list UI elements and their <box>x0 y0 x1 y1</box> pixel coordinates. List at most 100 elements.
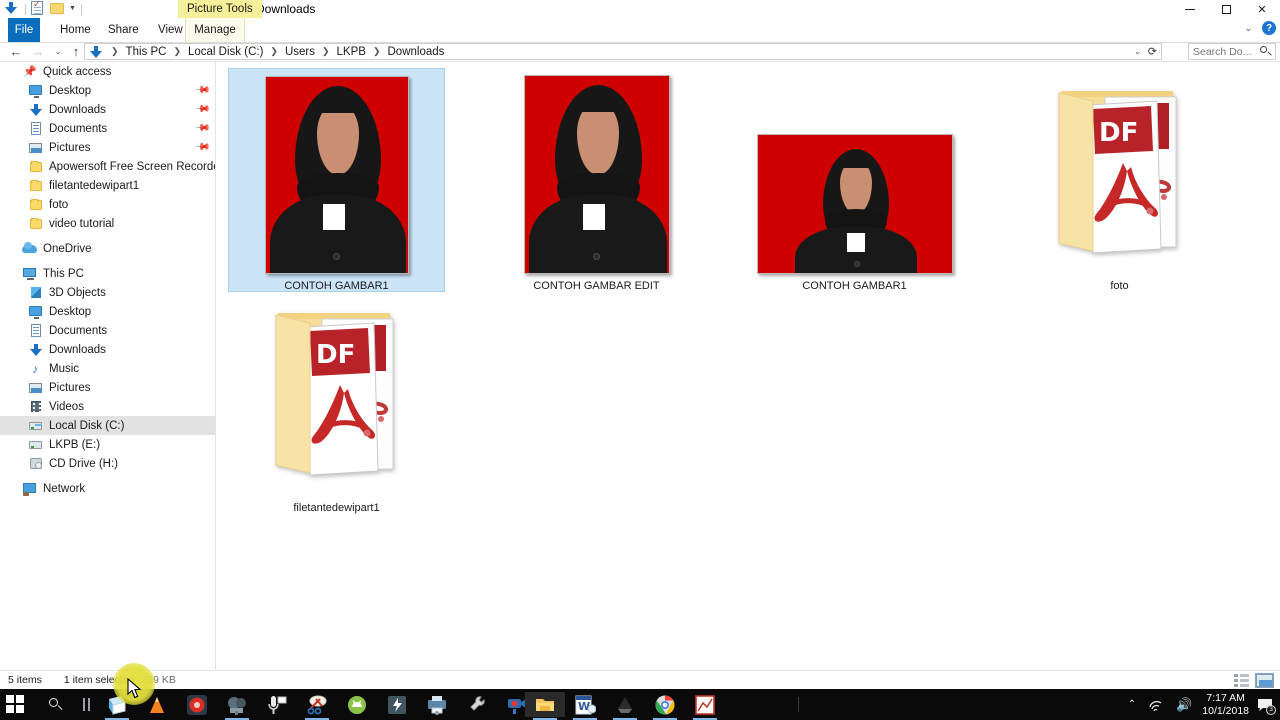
list-item[interactable]: CONTOH GAMBAR EDIT <box>488 68 705 292</box>
sidebar-item-video-tutorial[interactable]: video tutorial <box>0 214 215 233</box>
back-button[interactable]: ← <box>8 43 24 60</box>
sidebar-item-local-disk-c[interactable]: Local Disk (C:) <box>0 416 215 435</box>
recent-locations-icon[interactable]: ⌄ <box>52 43 64 60</box>
taskbar-app-snipping-tool[interactable] <box>297 692 337 720</box>
sidebar-item-pc-pictures[interactable]: Pictures <box>0 378 215 397</box>
item-name: CONTOH GAMBAR EDIT <box>533 280 660 292</box>
sidebar-item-pictures[interactable]: Pictures 📌 <box>0 138 215 157</box>
sidebar-item-apowersoft[interactable]: Apowersoft Free Screen Recorder <box>0 157 215 176</box>
sidebar-item-label: Documents <box>49 122 108 135</box>
clock[interactable]: 7:17 AM 10/1/2018 <box>1202 692 1249 718</box>
sidebar-item-label: 3D Objects <box>49 286 106 299</box>
taskbar-app-camtasia[interactable] <box>217 692 257 720</box>
list-item[interactable]: DF filetantedewipart1 <box>228 290 445 514</box>
chevron-down-icon[interactable]: ⌄ <box>1244 23 1252 34</box>
properties-icon[interactable] <box>31 0 47 17</box>
sidebar-item-network[interactable]: Network <box>0 479 215 498</box>
forward-button[interactable]: → <box>30 43 46 60</box>
onedrive-icon <box>22 241 38 257</box>
minimize-button[interactable] <box>1172 0 1208 18</box>
windows-start-icon[interactable] <box>6 695 24 713</box>
maximize-button[interactable] <box>1208 0 1244 18</box>
pin-icon[interactable]: 📌 <box>193 120 210 137</box>
file-list-view[interactable]: CONTOH GAMBAR1 CONTOH GAMBAR EDIT CONTOH… <box>216 62 1280 670</box>
chevron-up-icon[interactable]: ⌃ <box>1128 699 1136 710</box>
new-folder-icon[interactable] <box>50 1 66 17</box>
large-icons-view-icon[interactable] <box>1256 674 1273 687</box>
search-icon[interactable] <box>1259 45 1273 59</box>
sidebar-item-foto[interactable]: foto <box>0 195 215 214</box>
task-view-icon[interactable] <box>80 698 94 712</box>
taskbar-app-opera[interactable] <box>177 692 217 717</box>
sidebar-item-music[interactable]: ♪ Music <box>0 359 215 378</box>
sidebar-item-lkpb-e[interactable]: LKPB (E:) <box>0 435 215 454</box>
sidebar-item-documents[interactable]: Documents 📌 <box>0 119 215 138</box>
action-center-icon[interactable]: 3 <box>1257 697 1276 715</box>
breadcrumb-item-users[interactable]: Users <box>283 46 317 58</box>
taskbar-app-flash[interactable] <box>377 692 417 717</box>
sidebar-item-cd-drive-h[interactable]: CD Drive (H:) <box>0 454 215 473</box>
taskbar-app-vlc[interactable] <box>137 692 177 717</box>
sidebar-group-onedrive: OneDrive <box>0 239 215 258</box>
list-item[interactable]: DF foto <box>1011 68 1228 292</box>
taskbar-app-android-studio[interactable] <box>337 692 377 717</box>
sidebar-item-downloads[interactable]: Downloads 📌 <box>0 100 215 119</box>
taskbar-app-voice-recorder[interactable] <box>257 692 297 717</box>
breadcrumb-item-this-pc[interactable]: This PC <box>124 46 169 58</box>
sidebar-item-pc-desktop[interactable]: Desktop <box>0 302 215 321</box>
sidebar-item-videos[interactable]: Videos <box>0 397 215 416</box>
download-icon[interactable] <box>4 1 20 17</box>
pin-icon[interactable]: 📌 <box>193 82 210 99</box>
sidebar-item-pc-downloads[interactable]: Downloads <box>0 340 215 359</box>
sidebar-item-quick-access[interactable]: Quick access <box>0 62 215 81</box>
sidebar-item-onedrive[interactable]: OneDrive <box>0 239 215 258</box>
customize-caret-icon[interactable]: ▼ <box>69 1 76 17</box>
person-silhouette <box>758 135 952 273</box>
pin-icon[interactable]: 📌 <box>193 101 210 118</box>
sidebar-item-label: Quick access <box>43 65 112 78</box>
close-button[interactable]: ✕ <box>1244 0 1280 18</box>
search-box[interactable] <box>1188 43 1276 60</box>
tab-share[interactable]: Share <box>96 18 151 42</box>
search-input[interactable] <box>1193 45 1259 58</box>
sidebar-item-filetantedewipart1[interactable]: filetantedewipart1 <box>0 176 215 195</box>
navigation-pane[interactable]: Quick access Desktop 📌 Downloads 📌 Docum… <box>0 62 215 670</box>
breadcrumb-item-lkpb[interactable]: LKPB <box>335 46 368 58</box>
breadcrumb-item-downloads[interactable]: Downloads <box>386 46 447 58</box>
breadcrumb-item-local-disk[interactable]: Local Disk (C:) <box>186 46 265 58</box>
taskbar-app-microsoft-word[interactable]: W <box>565 692 605 720</box>
taskbar-app-google-chrome[interactable] <box>645 692 685 720</box>
sidebar-item-label: Music <box>49 362 80 375</box>
scissors-icon <box>306 694 328 716</box>
breadcrumb-separator: ❯ <box>173 46 181 56</box>
tab-file[interactable]: File <box>8 18 40 42</box>
details-view-icon[interactable] <box>1234 674 1249 687</box>
tab-manage[interactable]: Manage <box>185 18 245 42</box>
wifi-icon[interactable] <box>1148 698 1164 712</box>
list-item[interactable]: CONTOH GAMBAR1 <box>746 68 963 292</box>
sidebar-item-pc-documents[interactable]: Documents <box>0 321 215 340</box>
taskbar-app-file-explorer[interactable] <box>525 692 565 720</box>
help-icon[interactable]: ? <box>1262 21 1276 35</box>
sidebar-item-3d-objects[interactable]: 3D Objects <box>0 283 215 302</box>
up-button[interactable]: ↑ <box>68 43 84 60</box>
taskbar-app-tool[interactable] <box>457 692 497 717</box>
sidebar-item-desktop[interactable]: Desktop 📌 <box>0 81 215 100</box>
breadcrumb-bar[interactable]: ❯ This PC ❯ Local Disk (C:) ❯ Users ❯ LK… <box>84 43 1162 60</box>
search-icon[interactable] <box>47 697 63 713</box>
item-count-label: 5 items <box>8 674 42 686</box>
tab-home[interactable]: Home <box>48 18 103 42</box>
thumbnail <box>756 134 953 274</box>
list-item[interactable]: CONTOH GAMBAR1 <box>228 68 445 292</box>
pin-icon[interactable]: 📌 <box>193 139 210 156</box>
pin-icon <box>22 64 38 80</box>
refresh-icon[interactable]: ⟳ <box>1148 45 1157 58</box>
sidebar-item-this-pc[interactable]: This PC <box>0 264 215 283</box>
taskbar-app-inkscape[interactable] <box>605 692 645 720</box>
taskbar-app-excel-chart[interactable] <box>685 692 725 720</box>
address-dropdown-icon[interactable]: ⌄ <box>1134 47 1141 56</box>
taskbar-app-printer[interactable] <box>417 692 457 717</box>
sidebar-item-label: video tutorial <box>49 217 115 230</box>
taskbar-app-microsoft-store[interactable] <box>97 692 137 720</box>
volume-icon[interactable]: 🔊 <box>1176 697 1192 713</box>
